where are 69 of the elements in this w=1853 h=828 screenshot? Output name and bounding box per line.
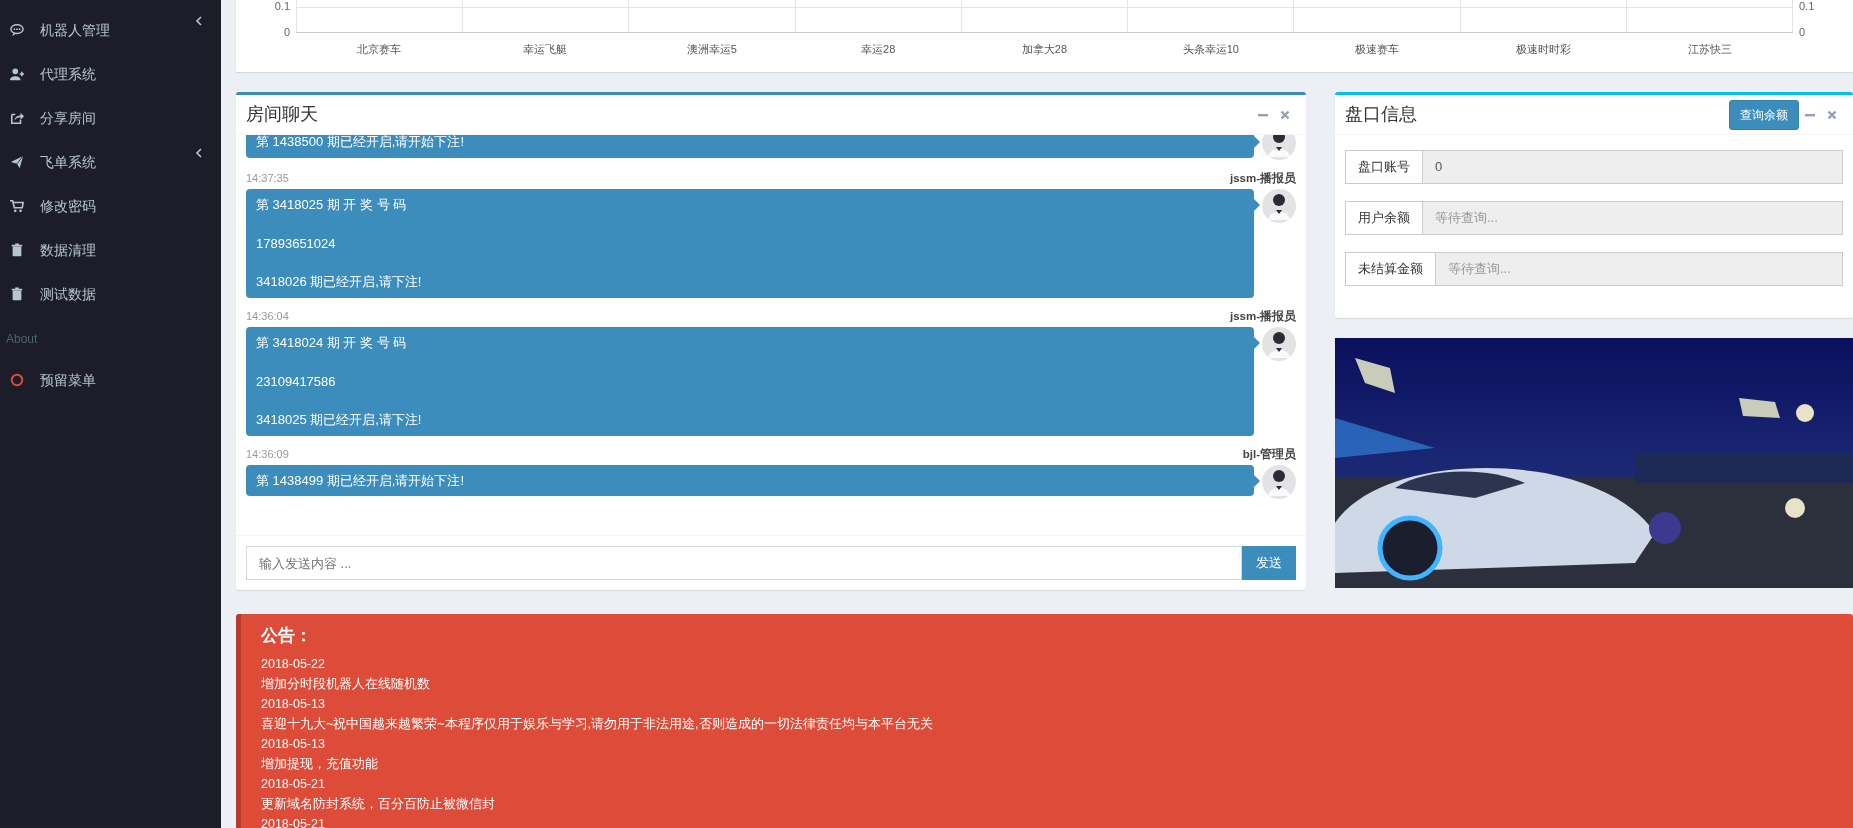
notice-text: 更新域名防封系统，百分百防止被微信封 — [261, 796, 496, 814]
axis-label: 0 — [1799, 26, 1807, 38]
message-time: 14:37:35 — [246, 171, 289, 186]
axis-label: 幸运28 — [860, 42, 897, 57]
close-icon — [1280, 109, 1290, 120]
send-button[interactable]: 发送 — [1242, 546, 1296, 580]
sender-name: jssm-播报员 — [1229, 171, 1296, 186]
circle-icon — [10, 373, 24, 387]
message-text: 3418025 期已经开启,请下注! — [256, 411, 423, 429]
axis-label: 北京赛车 — [356, 42, 403, 57]
trash-icon — [10, 243, 24, 257]
notice-text: 增加分时段机器人在线随机数 — [261, 676, 431, 694]
add-user-icon — [10, 67, 24, 81]
sidebar-item[interactable]: 数据清理 — [0, 228, 221, 272]
chat-icon — [10, 23, 24, 37]
notice-title: 公告： — [261, 626, 313, 647]
query-balance-button[interactable]: 查询余额 — [1729, 99, 1799, 130]
close-icon — [1827, 109, 1837, 120]
notice-text: 喜迎十九大~祝中国越来越繁荣~本程序仅用于娱乐与学习,请勿用于非法用途,否则造成的一切法律责任均与本平台无关 — [261, 716, 934, 734]
chevron-icon — [195, 16, 203, 26]
share-icon — [10, 111, 24, 125]
axis-label: 澳洲幸运5 — [685, 42, 738, 57]
cart-icon — [10, 199, 24, 213]
axis-label: 极速赛车 — [1354, 42, 1401, 57]
sender-name: jssm-播报员 — [1229, 308, 1296, 324]
field-label: 盘口账号 — [1345, 150, 1423, 184]
axis-label: 0 — [282, 26, 290, 38]
axis-label: 幸运飞艇 — [522, 42, 569, 57]
sidebar-item[interactable]: 飞单系统 — [0, 140, 221, 184]
notice-date: 2018-05-13 — [261, 696, 326, 714]
sidebar-item[interactable]: 预留菜单 — [0, 358, 221, 402]
notice-date: 2018-05-13 — [261, 736, 326, 754]
message-text: 3418026 期已经开启,请下注! — [256, 273, 423, 292]
field-label: 用户余额 — [1345, 201, 1423, 235]
field-label: 未结算金额 — [1345, 252, 1436, 286]
avatar-icon — [1262, 189, 1296, 224]
axis-label: 极速时时彩 — [1514, 42, 1572, 57]
box-title: 盘口信息 — [1345, 103, 1417, 126]
avatar-icon — [1262, 464, 1296, 499]
message-text: 第 3418024 期 开 奖 号 码 — [256, 334, 408, 352]
axis-label: 0.1 — [273, 0, 290, 12]
notice-date: 2018-05-21 — [261, 776, 326, 794]
notice-date: 2018-05-22 — [261, 656, 326, 674]
axis-label: 0.1 — [1799, 0, 1816, 12]
section-header: About — [5, 331, 39, 348]
sidebar-item[interactable]: 修改密码 — [0, 184, 221, 228]
axis-label: 头条幸运10 — [1181, 42, 1240, 57]
avatar-icon — [1262, 327, 1296, 361]
message-text: 第 1438499 期已经开启,请开始下注! — [256, 471, 466, 490]
message-time: 14:36:09 — [246, 446, 289, 462]
trash-icon — [10, 287, 24, 301]
axis-label: 加拿大28 — [1020, 42, 1069, 57]
message-time: 14:36:04 — [246, 308, 289, 324]
message-text: 第 3418025 期 开 奖 号 码 — [256, 196, 408, 215]
chevron-icon — [195, 148, 203, 158]
axis-label: 江苏快三 — [1686, 42, 1733, 57]
sidebar-item[interactable]: 机器人管理 — [0, 8, 221, 52]
paper-plane-icon — [10, 155, 24, 169]
sidebar-item[interactable]: 测试数据 — [0, 272, 221, 316]
message-text: 第 1438500 期已经开启,请开始下注! — [256, 135, 466, 151]
sidebar-item[interactable]: 代理系统 — [0, 52, 221, 96]
message-text: 23109417586 — [256, 372, 337, 391]
notice-date: 2018-05-21 — [261, 816, 326, 828]
sender-name: bjl-管理员 — [1242, 446, 1296, 462]
notice-text: 增加提现，充值功能 — [261, 756, 379, 774]
message-input[interactable]: 输入发送内容 ... — [246, 546, 1242, 580]
message-text: 17893651024 — [256, 234, 337, 253]
box-title: 房间聊天 — [246, 103, 318, 126]
sidebar-item[interactable]: 分享房间 — [0, 96, 221, 140]
